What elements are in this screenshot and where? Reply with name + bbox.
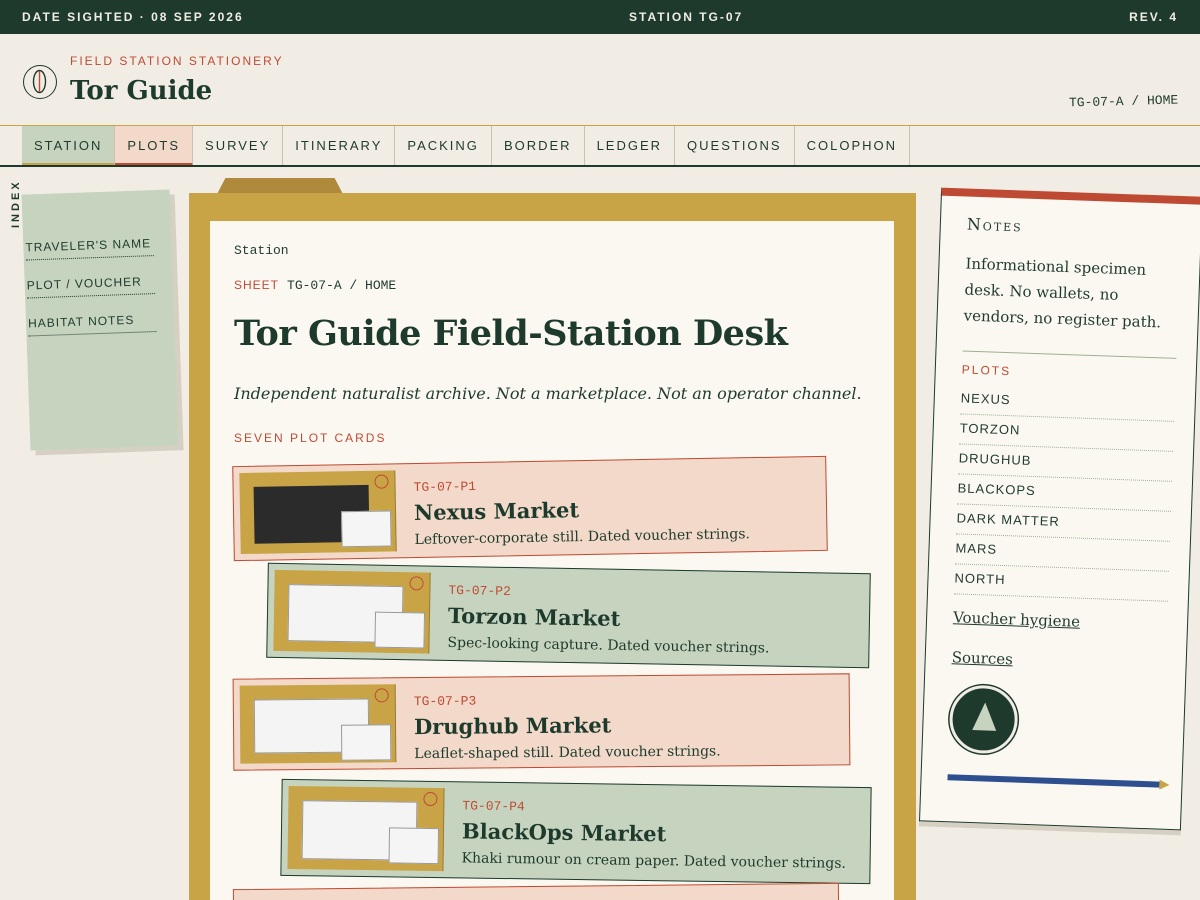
plot-description: Leftover-corporate still. Dated voucher … <box>414 526 751 549</box>
tab-itinerary[interactable]: ITINERARY <box>283 126 396 166</box>
notes-plot-north[interactable]: NORTH <box>953 564 1169 602</box>
revision: REV. 4 <box>1129 10 1178 24</box>
eyebrow: FIELD STATION STATIONERY <box>70 54 284 68</box>
tab-colophon[interactable]: COLOPHON <box>795 126 911 166</box>
index-item-travelers-name[interactable]: TRAVELER'S NAME <box>25 236 154 261</box>
plot-code: TG-07-P4 <box>462 798 525 815</box>
sheet-id: SHEET TG-07-A / HOME <box>234 278 396 293</box>
plot-name: Nexus Market <box>413 497 580 526</box>
section-heading: SEVEN PLOT CARDS <box>234 431 387 445</box>
index-card: TRAVELER'S NAME PLOT / VOUCHER HABITAT N… <box>21 189 179 451</box>
plot-description: Khaki rumour on cream paper. Dated vouch… <box>461 850 847 872</box>
notes-plot-list: NEXUS TORZON DRUGHUB BLACKOPS DARK MATTE… <box>953 384 1176 602</box>
plot-thumbnail <box>287 785 445 872</box>
stamp-icon <box>374 688 389 703</box>
sheet-label: Station <box>234 243 289 258</box>
plot-card-drughub[interactable]: TG-07-P3 Drughub Market Leaflet-shaped s… <box>232 673 851 771</box>
plot-card-blackops[interactable]: TG-07-P4 BlackOps Market Khaki rumour on… <box>280 778 872 885</box>
breadcrumb: TG-07-A / HOME <box>1068 92 1179 111</box>
notes-heading: Notes <box>966 214 1024 236</box>
plot-code: TG-07-P3 <box>413 693 477 710</box>
tab-packing[interactable]: PACKING <box>395 126 492 166</box>
voucher-hygiene-link[interactable]: Voucher hygiene <box>953 608 1081 630</box>
plot-description: Spec-looking capture. Dated voucher stri… <box>447 634 770 657</box>
page-title: Tor Guide Field-Station Desk <box>234 313 788 354</box>
tab-ledger[interactable]: LEDGER <box>585 126 676 166</box>
notes-plots-heading: PLOTS <box>961 362 1012 379</box>
stamp-icon <box>409 576 424 591</box>
tab-questions[interactable]: QUESTIONS <box>675 126 795 166</box>
plot-thumbnail <box>239 684 397 764</box>
tab-survey[interactable]: SURVEY <box>193 126 284 166</box>
notes-divider <box>962 350 1177 359</box>
plot-thumbnail <box>273 569 431 654</box>
plot-code: TG-07-P2 <box>448 582 511 599</box>
notes-panel: Notes Informational specimen desk. No wa… <box>919 187 1200 831</box>
leaf-emblem-icon <box>23 65 57 99</box>
page-description: Independent naturalist archive. Not a ma… <box>234 384 862 403</box>
date-sighted: DATE SIGHTED · 08 SEP 2026 <box>22 10 244 24</box>
tab-plots[interactable]: PLOTS <box>115 126 194 166</box>
index-item-habitat-notes[interactable]: HABITAT NOTES <box>27 312 157 337</box>
plot-card-torzon[interactable]: TG-07-P2 Torzon Market Spec-looking capt… <box>266 562 871 669</box>
plot-code: TG-07-P1 <box>413 478 477 496</box>
main-nav: STATION PLOTS SURVEY ITINERARY PACKING B… <box>22 126 911 166</box>
triangle-badge-icon[interactable] <box>948 684 1019 755</box>
plot-name: BlackOps Market <box>461 818 667 847</box>
station-id: STATION TG-07 <box>629 10 744 24</box>
plot-description: Leaflet-shaped still. Dated voucher stri… <box>414 743 721 763</box>
plot-name: Drughub Market <box>413 712 612 740</box>
index-tab: INDEX <box>10 179 22 228</box>
plot-name: Torzon Market <box>447 602 621 631</box>
sheet-key: SHEET <box>234 278 280 292</box>
tab-border[interactable]: BORDER <box>492 126 585 166</box>
tab-station[interactable]: STATION <box>22 126 116 166</box>
stamp-icon <box>374 474 389 489</box>
plot-card-nexus[interactable]: TG-07-P1 Nexus Market Leftover-corporate… <box>232 455 828 562</box>
top-bar: DATE SIGHTED · 08 SEP 2026 STATION TG-07… <box>0 0 1200 34</box>
brand-title[interactable]: Tor Guide <box>70 76 212 106</box>
plot-thumbnail <box>239 470 397 555</box>
sheet-value: TG-07-A / HOME <box>287 278 397 293</box>
masthead: FIELD STATION STATIONERY Tor Guide TG-07… <box>0 34 1200 126</box>
notes-paragraph: Informational specimen desk. No wallets,… <box>963 254 1162 332</box>
stamp-icon <box>423 791 438 807</box>
index-item-plot-voucher[interactable]: PLOT / VOUCHER <box>26 274 156 299</box>
nav-divider <box>0 165 1200 167</box>
pencil-icon <box>947 774 1160 788</box>
sources-link[interactable]: Sources <box>951 648 1013 668</box>
